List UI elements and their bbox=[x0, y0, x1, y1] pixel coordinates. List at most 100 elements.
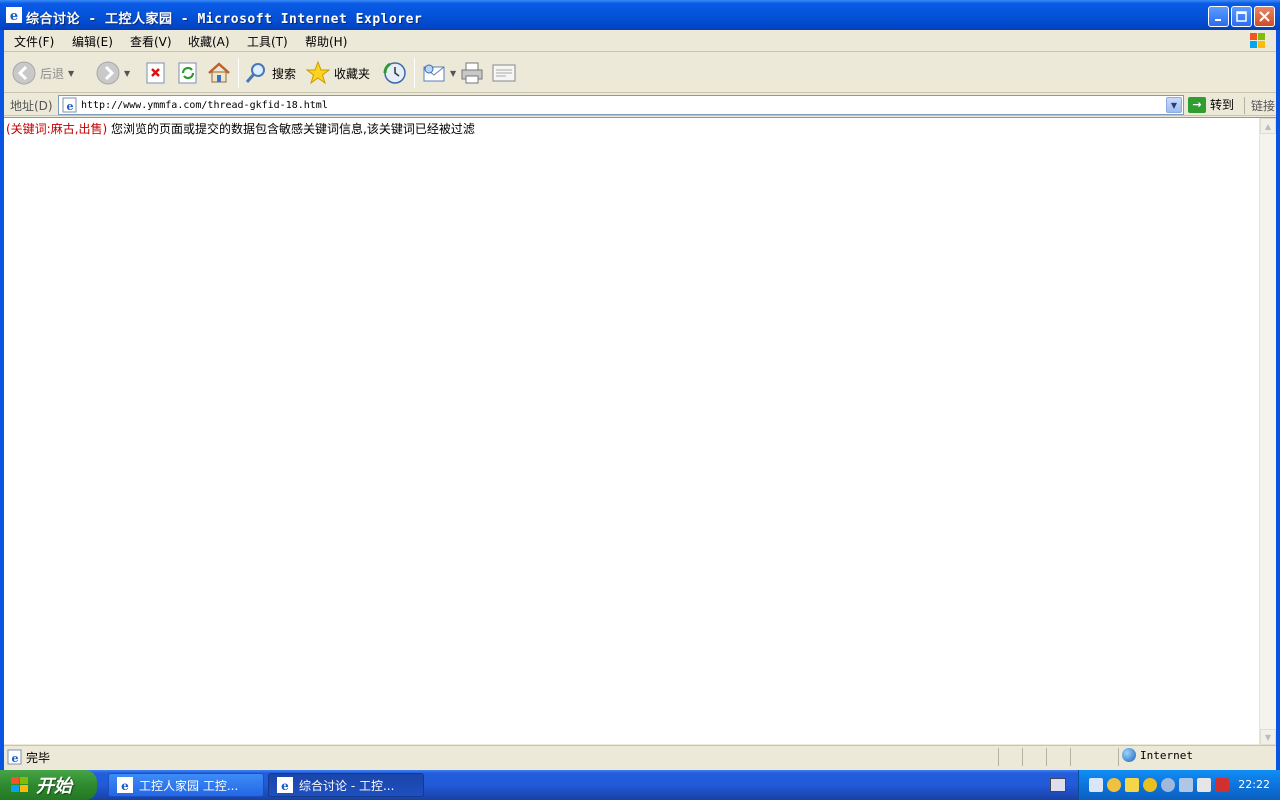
chevron-down-icon: ▼ bbox=[1170, 100, 1178, 110]
svg-text:e: e bbox=[67, 100, 74, 113]
mail-icon bbox=[423, 64, 445, 82]
clock: 22:22 bbox=[1238, 778, 1270, 791]
ie-window: e 综合讨论 - 工控人家园 - Microsoft Internet Expl… bbox=[0, 0, 1280, 770]
status-pane bbox=[998, 748, 999, 766]
filter-message: (关键词:麻古,出售) 您浏览的页面或提交的数据包含敏感关键词信息,该关键词已经… bbox=[6, 120, 475, 137]
home-button[interactable] bbox=[207, 58, 231, 88]
menu-tools[interactable]: 工具(T) bbox=[247, 33, 288, 50]
history-button[interactable] bbox=[382, 58, 408, 88]
status-pane bbox=[1118, 748, 1119, 766]
network-icon[interactable] bbox=[1089, 778, 1103, 792]
minimize-icon bbox=[1214, 18, 1221, 21]
menu-file[interactable]: 文件(F) bbox=[14, 33, 54, 50]
back-dropdown-icon[interactable]: ▼ bbox=[68, 69, 74, 78]
filtered-keywords: (关键词:麻古,出售) bbox=[6, 122, 108, 136]
scroll-up-button[interactable]: ▲ bbox=[1260, 118, 1276, 134]
toolbar-separator bbox=[238, 58, 239, 88]
ie-icon: e bbox=[6, 7, 22, 23]
address-label: 地址(D) bbox=[10, 99, 53, 113]
home-icon bbox=[208, 62, 230, 83]
go-label: 转到 bbox=[1210, 98, 1235, 112]
task-label: 工控人家园 工控... bbox=[139, 778, 239, 793]
edit-button[interactable] bbox=[492, 58, 516, 88]
star-icon bbox=[306, 61, 330, 85]
stop-button[interactable] bbox=[145, 58, 167, 88]
title-bar[interactable]: e 综合讨论 - 工控人家园 - Microsoft Internet Expl… bbox=[0, 0, 1280, 30]
stop-icon bbox=[146, 62, 165, 84]
toolbar: 后退 ▼ ▼ 搜索 收藏夹 ▼ bbox=[4, 53, 1276, 93]
page-content: (关键词:麻古,出售) 您浏览的页面或提交的数据包含敏感关键词信息,该关键词已经… bbox=[4, 117, 1276, 745]
svg-text:e: e bbox=[12, 752, 19, 765]
plus-icon[interactable] bbox=[1143, 778, 1157, 792]
task-label: 综合讨论 - 工控... bbox=[299, 778, 395, 793]
edit-page-icon bbox=[492, 64, 516, 82]
search-icon bbox=[245, 63, 265, 83]
svg-text:e: e bbox=[121, 779, 129, 793]
minimize-button[interactable] bbox=[1208, 6, 1229, 27]
status-pane bbox=[1070, 748, 1071, 766]
status-pane bbox=[1046, 748, 1047, 766]
svg-text:e: e bbox=[281, 779, 289, 793]
page-ie-icon: e bbox=[7, 749, 22, 765]
status-bar: e 完毕 Internet bbox=[4, 745, 1276, 767]
print-button[interactable] bbox=[460, 58, 484, 88]
zone-label: Internet bbox=[1140, 748, 1193, 762]
menu-edit[interactable]: 编辑(E) bbox=[72, 33, 113, 50]
mail-button[interactable]: ▼ bbox=[422, 58, 456, 88]
favorites-button[interactable]: 收藏夹 bbox=[306, 58, 370, 88]
maximize-button[interactable] bbox=[1231, 6, 1252, 27]
address-box[interactable]: e ▼ bbox=[58, 95, 1184, 115]
mail-dropdown-icon[interactable]: ▼ bbox=[450, 69, 456, 78]
chevron-down-icon: ▼ bbox=[1264, 732, 1272, 742]
menu-help[interactable]: 帮助(H) bbox=[305, 33, 347, 50]
links-button[interactable]: 链接 bbox=[1244, 97, 1275, 114]
qq-icon[interactable] bbox=[1107, 778, 1121, 792]
tool-icon[interactable] bbox=[1179, 778, 1193, 792]
task-button-gongkong-home[interactable]: e 工控人家园 工控... bbox=[108, 773, 264, 797]
window-title: 综合讨论 - 工控人家园 - Microsoft Internet Explor… bbox=[26, 12, 423, 27]
windows-flag-icon bbox=[11, 777, 28, 792]
ie-icon: e bbox=[117, 777, 133, 793]
back-button[interactable]: 后退 ▼ bbox=[12, 58, 74, 88]
menu-view[interactable]: 查看(V) bbox=[130, 33, 172, 50]
start-label: 开始 bbox=[36, 776, 72, 797]
speaker-icon[interactable] bbox=[1161, 778, 1175, 792]
filter-message-text: 您浏览的页面或提交的数据包含敏感关键词信息,该关键词已经被过滤 bbox=[107, 122, 475, 136]
address-dropdown-button[interactable]: ▼ bbox=[1166, 97, 1182, 113]
task-button-zonghe-taolun[interactable]: e 综合讨论 - 工控... bbox=[268, 773, 424, 797]
forward-button[interactable]: ▼ bbox=[96, 58, 130, 88]
toolbar-separator bbox=[414, 58, 415, 88]
address-input[interactable] bbox=[81, 98, 1161, 112]
chevron-up-icon: ▲ bbox=[1264, 121, 1272, 131]
history-icon bbox=[383, 62, 406, 84]
keyboard-icon[interactable] bbox=[1050, 778, 1066, 792]
address-bar: 地址(D) e ▼ → 转到 链接 bbox=[4, 94, 1276, 116]
globe-icon bbox=[1122, 748, 1136, 762]
security-zone: Internet bbox=[1122, 748, 1193, 762]
svg-text:e: e bbox=[10, 9, 18, 23]
menu-favorites[interactable]: 收藏(A) bbox=[188, 33, 230, 50]
vertical-scrollbar[interactable]: ▲ ▼ bbox=[1259, 118, 1276, 745]
forward-arrow-icon bbox=[96, 61, 120, 85]
start-button[interactable]: 开始 bbox=[0, 770, 97, 800]
status-pane bbox=[1022, 748, 1023, 766]
back-label: 后退 bbox=[40, 66, 65, 81]
scroll-down-button[interactable]: ▼ bbox=[1260, 729, 1276, 745]
close-icon bbox=[1259, 11, 1270, 22]
back-arrow-icon bbox=[12, 61, 36, 85]
input-method-icon[interactable] bbox=[1215, 778, 1229, 792]
menu-bar: 文件(F) 编辑(E) 查看(V) 收藏(A) 工具(T) 帮助(H) bbox=[4, 30, 1276, 52]
refresh-button[interactable] bbox=[177, 58, 199, 88]
ie-icon: e bbox=[277, 777, 293, 793]
shield-icon[interactable] bbox=[1125, 778, 1139, 792]
go-button[interactable]: → 转到 bbox=[1188, 96, 1234, 113]
forward-dropdown-icon[interactable]: ▼ bbox=[124, 69, 130, 78]
page-ie-icon: e bbox=[62, 97, 77, 113]
windows-logo-icon bbox=[1250, 33, 1265, 48]
close-button[interactable] bbox=[1254, 6, 1275, 27]
sgs-icon[interactable] bbox=[1197, 778, 1211, 792]
search-button[interactable]: 搜索 bbox=[244, 58, 296, 88]
maximize-icon bbox=[1236, 11, 1247, 22]
taskbar: 开始 e 工控人家园 工控... e 综合讨论 - 工控... 22:22 bbox=[0, 770, 1280, 800]
search-label: 搜索 bbox=[272, 66, 297, 81]
